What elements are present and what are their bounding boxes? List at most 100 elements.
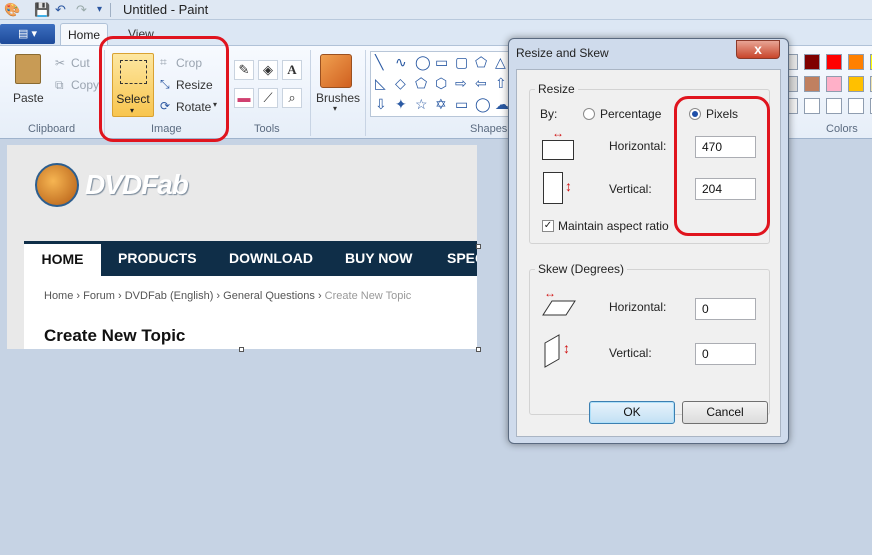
skew-horizontal-icon <box>542 300 576 316</box>
curve-shape-icon[interactable]: ∿ <box>395 54 407 71</box>
window-title: Untitled - Paint <box>123 2 209 17</box>
breadcrumb-dvdfab-english[interactable]: DVDFab (English) <box>125 290 214 302</box>
resize-horizontal-label: Horizontal: <box>609 139 667 153</box>
color-swatch[interactable] <box>848 54 864 70</box>
arrow-down-shape-icon[interactable]: ⇩ <box>375 96 387 113</box>
nav-home[interactable]: HOME <box>24 241 101 276</box>
star6-shape-icon[interactable]: ✡ <box>435 96 447 113</box>
chevron-down-icon: ▾ <box>333 104 338 113</box>
canvas-resize-handle-corner[interactable] <box>476 347 481 352</box>
canvas-resize-handle-bottom[interactable] <box>239 347 244 352</box>
maintain-aspect-checkbox[interactable]: ✓ <box>542 220 554 232</box>
text-icon[interactable]: A <box>282 60 302 80</box>
annotation-highlight-pixels <box>674 96 770 236</box>
breadcrumb: Home › Forum › DVDFab (English) › Genera… <box>44 290 412 302</box>
tools-group-label: Tools <box>254 123 280 135</box>
skew-vertical-input[interactable] <box>695 343 756 365</box>
skew-vertical-icon <box>544 334 560 368</box>
shapes-group-label: Shapes <box>470 123 508 135</box>
rounded-rect-shape-icon[interactable]: ▢ <box>455 54 468 71</box>
arrow-up-shape-icon[interactable]: ⇧ <box>495 75 507 92</box>
customize-toolbar-icon[interactable]: ▾ <box>97 4 102 15</box>
maintain-aspect-label[interactable]: Maintain aspect ratio <box>558 219 669 233</box>
magnifier-icon[interactable]: ⌕ <box>282 88 302 108</box>
skew-vertical-label: Vertical: <box>609 346 652 360</box>
skew-horizontal-arrow-icon: ↔ <box>544 286 556 300</box>
undo-icon[interactable]: ↶ <box>55 2 66 18</box>
pencil-icon[interactable]: ✎ <box>234 60 254 80</box>
redo-icon[interactable]: ↷ <box>76 2 87 18</box>
right-triangle-shape-icon[interactable]: ◺ <box>375 75 386 92</box>
diamond-shape-icon[interactable]: ◇ <box>395 75 406 92</box>
brushes-icon[interactable] <box>320 54 352 88</box>
breadcrumb-general-questions[interactable]: General Questions <box>223 290 315 302</box>
eraser-icon[interactable]: ▬ <box>234 88 254 108</box>
horizontal-resize-icon <box>542 140 574 160</box>
percentage-label[interactable]: Percentage <box>600 107 661 121</box>
callout-rect-shape-icon[interactable]: ▭ <box>455 96 468 113</box>
close-icon: x <box>754 41 762 57</box>
copy-button[interactable]: Copy <box>71 78 99 92</box>
clipboard-group-label: Clipboard <box>28 123 76 135</box>
menu-icon: ▤ ▾ <box>18 28 37 40</box>
title-bar: 🎨 💾 ↶ ↷ ▾ Untitled - Paint <box>0 0 872 20</box>
paste-button[interactable]: Paste <box>13 91 44 105</box>
breadcrumb-home[interactable]: Home <box>44 290 73 302</box>
annotation-highlight-image-group <box>99 36 229 142</box>
percentage-radio[interactable] <box>583 108 595 120</box>
vertical-arrow-icon: ↕ <box>565 178 572 194</box>
horizontal-arrow-icon: ↔ <box>552 126 564 140</box>
color-swatch[interactable] <box>826 98 842 114</box>
rectangle-shape-icon[interactable]: ▭ <box>435 54 448 71</box>
polygon-shape-icon[interactable]: ⬠ <box>475 54 487 71</box>
paste-icon[interactable] <box>15 54 41 84</box>
triangle-shape-icon[interactable]: △ <box>495 54 506 71</box>
paint-app-icon[interactable]: 🎨 <box>4 2 20 18</box>
callout-cloud-shape-icon[interactable]: ☁ <box>495 96 509 113</box>
shapes-gallery[interactable]: ╲ ∿ ◯ ▭ ▢ ⬠ △ ◺ ◇ ⬠ ⬡ ⇨ ⇦ ⇧ ⇩ ✦ ☆ ✡ ▭ ◯ … <box>370 51 510 117</box>
hexagon-shape-icon[interactable]: ⬡ <box>435 75 447 92</box>
skew-legend: Skew (Degrees) <box>535 262 628 276</box>
color-swatch[interactable] <box>826 76 842 92</box>
nav-products[interactable]: PRODUCTS <box>118 241 197 276</box>
arrow-left-shape-icon[interactable]: ⇦ <box>475 75 487 92</box>
resize-vertical-label: Vertical: <box>609 182 652 196</box>
colors-group-label: Colors <box>826 123 858 135</box>
star4-shape-icon[interactable]: ✦ <box>395 96 407 113</box>
copy-icon: ⧉ <box>55 78 64 92</box>
canvas-resize-handle-right[interactable] <box>476 244 481 249</box>
site-nav: HOME PRODUCTS DOWNLOAD BUY NOW SPEC <box>24 241 477 276</box>
brushes-button[interactable]: Brushes <box>316 91 360 105</box>
color-swatch[interactable] <box>848 98 864 114</box>
ok-button[interactable]: OK <box>589 401 675 424</box>
cancel-button[interactable]: Cancel <box>682 401 768 424</box>
resize-legend: Resize <box>535 82 578 96</box>
line-shape-icon[interactable]: ╲ <box>375 54 383 71</box>
skew-horizontal-input[interactable] <box>695 298 756 320</box>
app-menu-button[interactable]: ▤ ▾ <box>0 24 55 44</box>
color-swatch[interactable] <box>826 54 842 70</box>
nav-spec[interactable]: SPEC <box>447 241 477 276</box>
breadcrumb-current: Create New Topic <box>324 290 412 302</box>
cut-icon: ✂ <box>55 56 66 70</box>
star5-shape-icon[interactable]: ☆ <box>415 96 428 113</box>
callout-oval-shape-icon[interactable]: ◯ <box>475 96 491 113</box>
color-swatch[interactable] <box>804 98 820 114</box>
fill-icon[interactable]: ◈ <box>258 60 278 80</box>
arrow-right-shape-icon[interactable]: ⇨ <box>455 75 467 92</box>
skew-horizontal-label: Horizontal: <box>609 300 667 314</box>
color-swatch[interactable] <box>804 76 820 92</box>
oval-shape-icon[interactable]: ◯ <box>415 54 431 71</box>
pentagon-shape-icon[interactable]: ⬠ <box>415 75 427 92</box>
save-icon[interactable]: 💾 <box>34 2 50 18</box>
nav-buy-now[interactable]: BUY NOW <box>345 241 412 276</box>
dialog-title: Resize and Skew <box>516 46 609 60</box>
color-swatch[interactable] <box>804 54 820 70</box>
color-swatch[interactable] <box>848 76 864 92</box>
paint-canvas[interactable]: DVDFab HOME PRODUCTS DOWNLOAD BUY NOW SP… <box>7 145 477 349</box>
nav-download[interactable]: DOWNLOAD <box>229 241 313 276</box>
cut-button[interactable]: Cut <box>71 56 90 70</box>
color-picker-icon[interactable]: ⟋ <box>258 88 278 108</box>
close-button[interactable]: x <box>736 40 780 59</box>
breadcrumb-forum[interactable]: Forum <box>83 290 115 302</box>
